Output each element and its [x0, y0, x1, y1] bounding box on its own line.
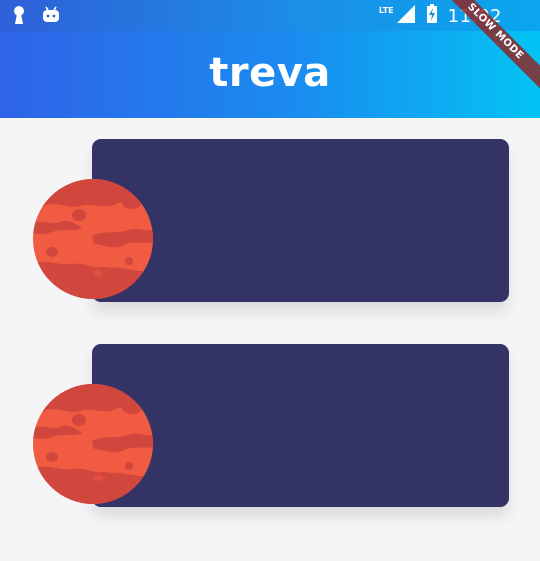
keyhole-notification-icon	[12, 5, 26, 29]
status-bar: LTE 11:02	[0, 0, 540, 31]
signal-icon	[396, 4, 416, 28]
mars-planet-icon	[33, 384, 153, 504]
android-icon	[42, 6, 60, 28]
planet-card[interactable]	[92, 139, 509, 302]
battery-charging-icon	[426, 4, 438, 28]
planet-card[interactable]	[92, 344, 509, 507]
app-bar: treva	[0, 31, 540, 118]
mars-planet-icon	[33, 179, 153, 299]
network-type-label: LTE	[378, 5, 394, 15]
clock: 11:02	[447, 5, 502, 27]
list-item[interactable]	[0, 139, 540, 304]
list-item[interactable]	[0, 344, 540, 509]
app-title: treva	[209, 49, 331, 96]
